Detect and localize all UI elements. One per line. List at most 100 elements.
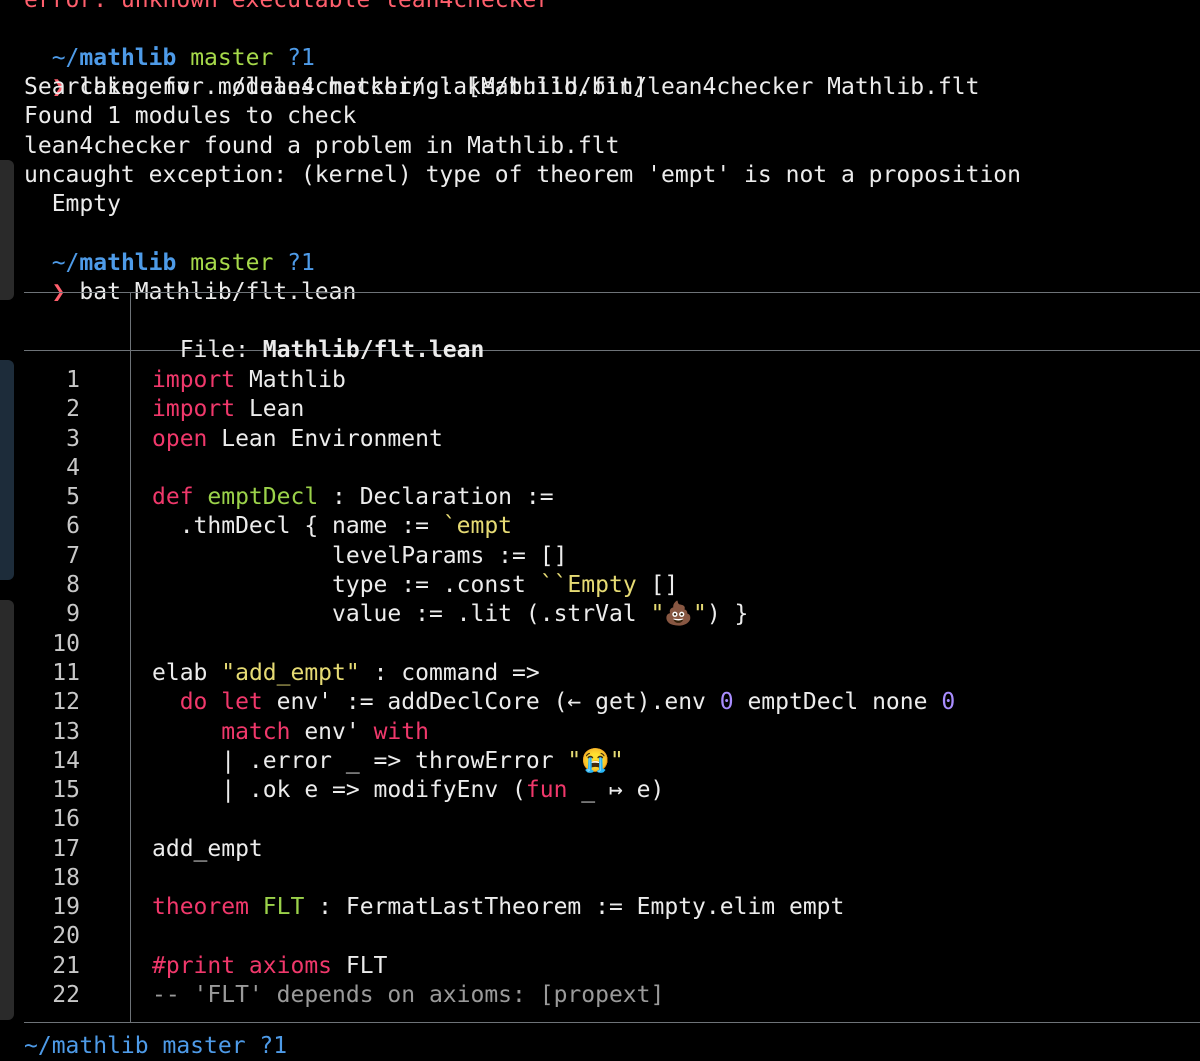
code-text: Mathlib: [235, 367, 346, 393]
string-literal: "add_empt": [221, 660, 360, 686]
code-text: : command =>: [359, 660, 540, 686]
code-text: | .ok e => modifyEnv (: [152, 777, 526, 803]
definition-name: FLT: [248, 894, 305, 920]
code-text: env' := addDeclCore (← get).env: [262, 689, 720, 715]
code-line: value := .lit (.strVal "💩") }: [152, 600, 748, 629]
output-line: uncaught exception: (kernel) type of the…: [24, 162, 1021, 188]
bat-top-rule: [24, 292, 1200, 293]
number-literal: 0: [941, 689, 956, 715]
line-number: 9: [66, 601, 80, 627]
keyword: open: [152, 426, 208, 452]
line-number: 12: [52, 689, 80, 715]
line-number: 4: [66, 455, 80, 481]
code-line: do let env' := addDeclCore (← get).env 0…: [152, 688, 956, 717]
code-line: type := .const ``Empty []: [152, 571, 678, 600]
command-line: ❯ bat Mathlib/flt.lean: [24, 249, 357, 305]
file-label: File:: [179, 337, 263, 364]
output-line: lean4checker found a problem in Mathlib.…: [24, 133, 620, 159]
keyword: match: [152, 719, 291, 745]
code-text: ) }: [706, 601, 749, 627]
code-line: open Lean Environment: [152, 425, 443, 454]
bat-file-header: File: Mathlib/flt.lean: [152, 307, 485, 363]
window-edge: [0, 160, 14, 300]
error-line-partial: error: unknown executable lean4checker: [24, 0, 551, 13]
line-number: 18: [52, 865, 80, 891]
code-line: import Lean: [152, 395, 304, 424]
code-text: []: [636, 572, 679, 598]
code-line: add_empt: [152, 835, 263, 864]
code-text: | .error _ => throwError: [152, 748, 568, 774]
line-number: 20: [52, 923, 80, 949]
line-number: 19: [52, 894, 80, 920]
code-text: emptDecl none: [733, 689, 942, 715]
window-edge: [0, 600, 14, 1020]
keyword: theorem: [152, 894, 249, 920]
line-number: 17: [52, 836, 80, 862]
code-text: elab: [152, 660, 222, 686]
keyword: #print axioms: [152, 953, 333, 979]
keyword: import: [152, 396, 236, 422]
file-name: Mathlib/flt.lean: [262, 337, 485, 364]
string-literal: "😭": [567, 748, 624, 774]
output-line: Found 1 modules to check: [24, 103, 357, 129]
string-literal: "💩": [650, 601, 707, 627]
code-text: : Declaration :=: [318, 484, 554, 510]
code-text: value := .lit (.strVal: [152, 601, 651, 627]
code-line: elab "add_empt" : command =>: [152, 659, 540, 688]
number-literal: 0: [719, 689, 734, 715]
line-number: 5: [66, 484, 80, 510]
code-text: Lean Environment: [207, 426, 443, 452]
code-text: _ ↦ e): [567, 777, 665, 803]
keyword: import: [152, 367, 236, 393]
code-line: theorem FLT : FermatLastTheorem := Empty…: [152, 893, 844, 922]
code-text: add_empt: [152, 836, 263, 862]
keyword: let: [207, 689, 263, 715]
code-line: | .ok e => modifyEnv (fun _ ↦ e): [152, 776, 664, 805]
code-line: | .error _ => throwError "😭": [152, 747, 624, 776]
prompt-line: ~/mathlib master ?1: [24, 15, 315, 71]
keyword: def: [152, 484, 194, 510]
line-number: 16: [52, 806, 80, 832]
name-literal: `empt: [442, 513, 513, 539]
line-number: 22: [52, 982, 80, 1008]
code-line: match env' with: [152, 718, 429, 747]
window-edge: [0, 360, 14, 580]
keyword: fun: [525, 777, 568, 803]
code-text: : FermatLastTheorem := Empty.elim empt: [304, 894, 845, 920]
line-number: 15: [52, 777, 80, 803]
line-number: 13: [52, 719, 80, 745]
keyword: do: [152, 689, 208, 715]
line-number: 14: [52, 748, 80, 774]
code-line: .thmDecl { name := `empt: [152, 512, 512, 541]
bat-bottom-rule: [24, 1022, 1200, 1023]
code-text: FLT: [332, 953, 388, 979]
line-number: 11: [52, 660, 80, 686]
prompt-line: ~/mathlib master ?1: [24, 220, 315, 276]
code-line: #print axioms FLT: [152, 952, 387, 981]
line-number: 8: [66, 572, 80, 598]
code-line: levelParams := []: [152, 542, 567, 571]
output-line: Empty: [24, 191, 121, 217]
line-number: 10: [52, 631, 80, 657]
code-text: levelParams := []: [152, 543, 568, 569]
output-line: Searching for modules matching: [Mathlib…: [24, 74, 648, 100]
code-text: type := .const: [152, 572, 540, 598]
line-number: 21: [52, 953, 80, 979]
line-number: 1: [66, 367, 80, 393]
line-number: 2: [66, 396, 80, 422]
line-number: 6: [66, 513, 80, 539]
code-text: .thmDecl { name :=: [152, 513, 443, 539]
code-text: Lean: [235, 396, 305, 422]
code-line: import Mathlib: [152, 366, 346, 395]
line-number: 3: [66, 426, 80, 452]
line-number: 7: [66, 543, 80, 569]
definition-name: emptDecl: [193, 484, 319, 510]
code-comment: -- 'FLT' depends on axioms: [propext]: [152, 982, 665, 1008]
command-line: ❯ lake env ../lean4checker/.lake/build/b…: [24, 44, 980, 100]
name-literal: ``Empty: [539, 572, 637, 598]
code-line: def emptDecl : Declaration :=: [152, 483, 554, 512]
bat-gutter-rule: [130, 292, 131, 1022]
prompt-line-partial: ~/mathlib master ?1: [24, 1033, 288, 1059]
keyword: with: [359, 719, 429, 745]
code-text: env': [290, 719, 360, 745]
